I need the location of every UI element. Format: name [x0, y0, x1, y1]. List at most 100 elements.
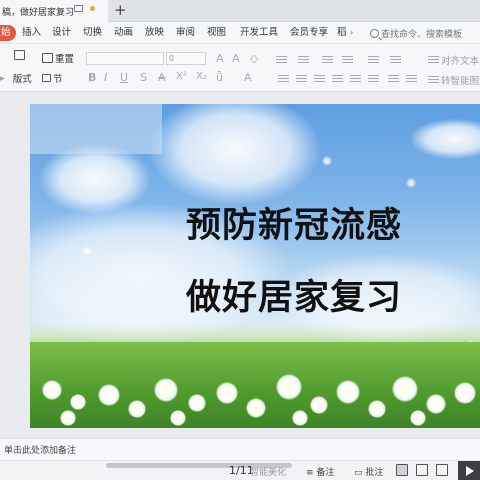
flower [368, 400, 386, 418]
smart-graphic-button[interactable]: 转智能图形 [428, 73, 480, 87]
distribute-icon[interactable] [350, 75, 361, 84]
superscript-icon[interactable]: X² [176, 71, 187, 82]
font-size-select[interactable]: 0 [166, 52, 206, 65]
notes-icon: ≡ [306, 468, 314, 478]
flower [336, 380, 360, 404]
line-spacing-icon[interactable] [390, 56, 401, 65]
align-center-icon[interactable] [296, 75, 307, 84]
flower [216, 382, 238, 404]
comments-button[interactable]: ▭ 批注 [354, 465, 383, 478]
section-label: 节 [53, 74, 63, 85]
dandelion-seed [322, 156, 332, 166]
underline-icon[interactable]: U [120, 71, 128, 84]
reading-view-icon[interactable] [436, 464, 448, 476]
cloud [150, 104, 320, 204]
new-tab-button[interactable]: + [114, 1, 127, 19]
reset-button[interactable]: 重置 [42, 51, 74, 65]
menu-animation[interactable]: 动画 [114, 25, 133, 41]
menu-design[interactable]: 设计 [52, 25, 71, 41]
indent-decrease-icon[interactable] [322, 56, 333, 65]
notes-toggle-button[interactable]: ≡ 备注 [306, 465, 334, 478]
section-icon [42, 74, 51, 82]
shadow-icon[interactable]: S [140, 71, 147, 84]
phonetic-icon[interactable]: ǖ [216, 71, 223, 84]
new-slide-icon [14, 50, 25, 60]
status-bar: 1/11 智能美化 ≡ 备注 ▭ 批注 [0, 460, 480, 480]
menu-template[interactable]: 稻 [337, 25, 347, 41]
slide-title-line2[interactable]: 做好居家复习 [186, 269, 402, 320]
document-tab-title: 稿，做好居家复习 [2, 7, 75, 18]
indent-increase-icon[interactable] [342, 56, 353, 65]
comment-icon: ▭ [354, 468, 363, 478]
smart-beautify-button[interactable]: 智能美化 [250, 465, 286, 478]
vertical-align-icon[interactable] [406, 75, 417, 84]
search-icon [370, 29, 379, 38]
flower [60, 410, 76, 426]
comments-label: 批注 [365, 468, 384, 478]
text-direction-icon[interactable] [368, 56, 379, 65]
tab-bar: 稿，做好居家复习 + [0, 0, 480, 22]
slide-title-line1[interactable]: 预防新冠流感 [186, 197, 402, 248]
dandelion-seed [82, 246, 92, 256]
menu-more-icon[interactable]: › [350, 28, 353, 37]
paragraph-icon[interactable] [388, 75, 399, 84]
notes-placeholder: 单击此处添加备注 [4, 446, 77, 456]
notes-toggle-label: 备注 [316, 468, 335, 478]
normal-view-icon[interactable] [396, 464, 408, 476]
align-text-label: 对齐文本 [441, 56, 480, 67]
ribbon-toolbar: 重置 ▸ 版式 节 0 B I U S A X² X₂ ǖ A A A ◇ 对齐文… [0, 44, 480, 92]
flower [246, 398, 266, 418]
layout-button[interactable]: ▸ 版式 [0, 71, 32, 86]
flower [426, 394, 446, 414]
flower [128, 400, 146, 418]
command-search[interactable]: 查找命令、搜索模板 [370, 27, 462, 40]
column-icon[interactable] [368, 75, 379, 84]
italic-icon[interactable]: I [104, 71, 107, 84]
align-text-button[interactable]: 对齐文本 [428, 53, 479, 67]
justify-icon[interactable] [332, 75, 343, 84]
slide[interactable]: 预防新冠流感 做好居家复习 [30, 104, 480, 428]
new-slide-button[interactable] [14, 50, 25, 60]
menu-review[interactable]: 审阅 [176, 25, 195, 41]
play-slideshow-button[interactable] [458, 461, 480, 480]
flower [98, 384, 120, 406]
bullets-icon[interactable] [276, 56, 287, 65]
align-left-icon[interactable] [278, 75, 289, 84]
flower [454, 382, 476, 404]
strikethrough-icon[interactable]: A [158, 71, 166, 84]
section-button[interactable]: 节 [42, 71, 63, 85]
menu-start[interactable]: 始 [0, 25, 16, 41]
dandelion-seed [406, 178, 416, 188]
clear-format-icon[interactable]: ◇ [250, 52, 258, 65]
font-family-select[interactable] [86, 52, 164, 65]
window-icon[interactable] [74, 5, 83, 12]
bold-icon[interactable]: B [88, 71, 96, 84]
menu-insert[interactable]: 插入 [22, 25, 41, 41]
menu-view[interactable]: 视图 [207, 25, 226, 41]
reset-label: 重置 [55, 54, 75, 65]
flower [70, 394, 86, 410]
haze-overlay [30, 104, 162, 154]
highlight-icon[interactable]: A [244, 71, 252, 84]
unsaved-dot-icon [90, 6, 95, 11]
layout-label: 版式 [12, 74, 32, 85]
menu-slideshow[interactable]: 放映 [145, 25, 164, 41]
flower [276, 374, 302, 400]
search-placeholder: 查找命令、搜索模板 [381, 30, 463, 40]
layout-chevron-icon: ▸ [0, 72, 5, 84]
flower [154, 378, 178, 402]
menu-bar: 始 插入 设计 切换 动画 放映 审阅 视图 开发工具 会员专享 稻 › 查找命… [0, 22, 480, 44]
subscript-icon[interactable]: X₂ [196, 71, 207, 82]
menu-transition[interactable]: 切换 [83, 25, 102, 41]
menu-member[interactable]: 会员专享 [290, 25, 328, 41]
font-grow-icon[interactable]: A [216, 52, 224, 65]
font-shrink-icon[interactable]: A [232, 52, 240, 65]
align-right-icon[interactable] [314, 75, 325, 84]
flower [292, 410, 308, 426]
font-size-value: 0 [169, 54, 175, 63]
notes-pane[interactable]: 单击此处添加备注 [0, 438, 480, 460]
menu-developer[interactable]: 开发工具 [240, 25, 278, 41]
numbering-icon[interactable] [298, 56, 309, 65]
slide-sorter-view-icon[interactable] [416, 464, 428, 476]
smart-graphic-label: 转智能图形 [441, 76, 480, 87]
